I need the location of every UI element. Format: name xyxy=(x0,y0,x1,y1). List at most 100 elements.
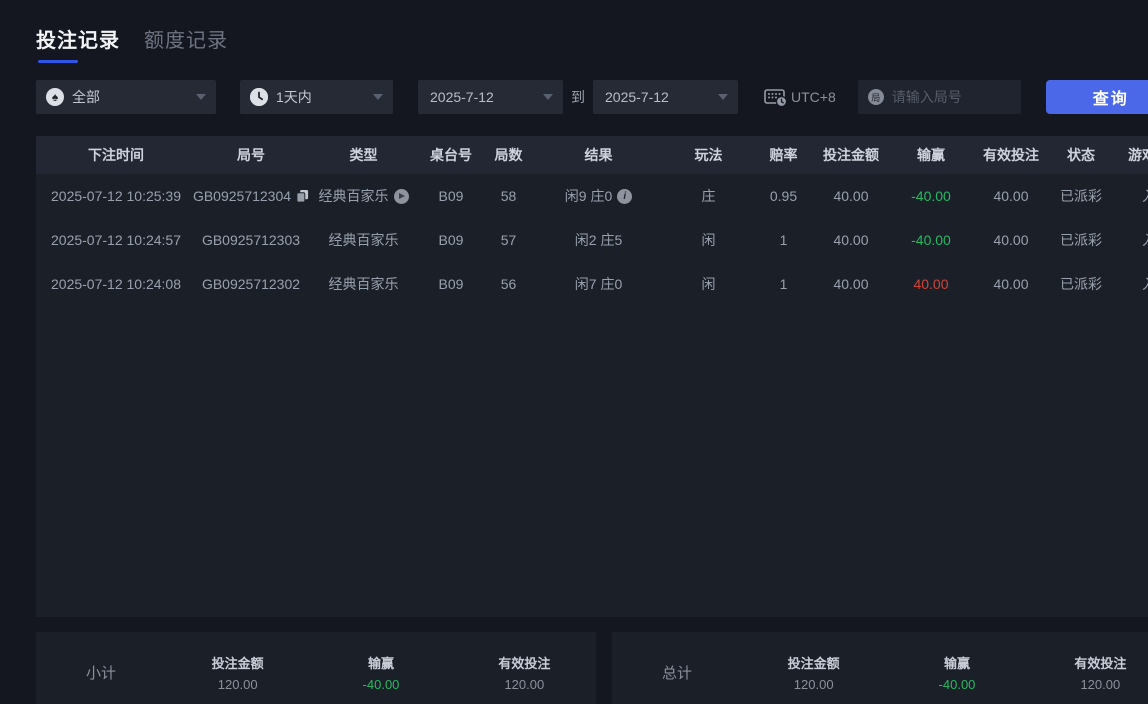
cell-valid-bet: 40.00 xyxy=(971,218,1051,262)
chevron-down-icon xyxy=(196,94,206,100)
column-header-result: 结果 xyxy=(536,136,661,174)
column-header-table-number: 桌台号 xyxy=(421,136,481,174)
subtotal-card: 小计 投注金额 120.00 输赢 -40.00 有效投注 120.00 xyxy=(36,632,596,704)
top-tabs: 投注记录 额度记录 xyxy=(36,24,228,63)
round-search-field[interactable]: 局 xyxy=(858,80,1021,114)
cell-result: 闲7 庄0 xyxy=(536,262,661,306)
video-replay-icon[interactable] xyxy=(394,189,409,204)
cell-bet-amount: 40.00 xyxy=(811,262,891,306)
cell-valid-bet: 40.00 xyxy=(971,174,1051,218)
table-row: 2025-07-12 10:24:57GB0925712303经典百家乐B095… xyxy=(36,218,1148,262)
column-header-play-type: 玩法 xyxy=(661,136,756,174)
date-to-value: 2025-7-12 xyxy=(605,89,710,105)
records-table: 下注时间局号类型桌台号局数结果玩法赔率投注金额输赢有效投注状态游戏模式 2025… xyxy=(36,136,1148,617)
total-valid-bet: 有效投注 120.00 xyxy=(1029,653,1148,692)
cell-odds: 0.95 xyxy=(756,174,811,218)
cell-bet-time: 2025-07-12 10:24:57 xyxy=(36,218,196,262)
table-row: 2025-07-12 10:25:39GB0925712304经典百家乐B095… xyxy=(36,174,1148,218)
column-header-round-count: 局数 xyxy=(481,136,536,174)
cell-win-loss: -40.00 xyxy=(891,174,971,218)
cell-game-mode: 入座 xyxy=(1111,174,1148,218)
total-card: 总计 投注金额 120.00 输赢 -40.00 有效投注 120.00 xyxy=(612,632,1148,704)
active-tab-underline xyxy=(38,60,78,63)
cell-game-type: 经典百家乐 xyxy=(306,174,421,218)
to-label: 到 xyxy=(571,87,585,107)
round-number-icon: 局 xyxy=(868,89,884,105)
column-header-status: 状态 xyxy=(1051,136,1111,174)
cell-bet-time: 2025-07-12 10:24:08 xyxy=(36,262,196,306)
summary-bar: 小计 投注金额 120.00 输赢 -40.00 有效投注 120.00 总计 … xyxy=(36,632,1148,704)
cell-odds: 1 xyxy=(756,262,811,306)
game-type-dropdown[interactable]: ♠ 全部 xyxy=(36,80,216,114)
cell-game-mode: 入座 xyxy=(1111,218,1148,262)
cell-game-type: 经典百家乐 xyxy=(306,218,421,262)
cell-round-count: 58 xyxy=(481,174,536,218)
timezone-label: UTC+8 xyxy=(791,89,836,105)
chevron-down-icon xyxy=(718,94,728,100)
date-to-picker[interactable]: 2025-7-12 xyxy=(593,80,738,114)
column-header-game-type: 类型 xyxy=(306,136,421,174)
cell-round-count: 56 xyxy=(481,262,536,306)
cell-play-type: 闲 xyxy=(661,262,756,306)
column-header-bet-time: 下注时间 xyxy=(36,136,196,174)
game-type-value: 全部 xyxy=(72,87,188,107)
query-button[interactable]: 查询 xyxy=(1046,80,1148,114)
clock-icon xyxy=(250,88,268,106)
cell-round-count: 57 xyxy=(481,218,536,262)
cell-round-id: GB0925712304 xyxy=(196,174,306,218)
table-row: 2025-07-12 10:24:08GB0925712302经典百家乐B095… xyxy=(36,262,1148,306)
cell-odds: 1 xyxy=(756,218,811,262)
filter-bar: ♠ 全部 1天内 2025-7-12 到 2025-7-12 xyxy=(36,80,1148,114)
cell-round-id: GB0925712303 xyxy=(196,218,306,262)
cell-result: 闲9 庄0i xyxy=(536,174,661,218)
subtotal-winloss: 输赢 -40.00 xyxy=(309,653,452,692)
cell-table-number: B09 xyxy=(421,262,481,306)
subtotal-valid-bet: 有效投注 120.00 xyxy=(453,653,596,692)
betting-records-page: 投注记录 额度记录 ♠ 全部 1天内 2025-7-12 到 2025-7-12 xyxy=(0,0,1148,704)
info-icon[interactable]: i xyxy=(617,189,632,204)
cell-status: 已派彩 xyxy=(1051,218,1111,262)
column-header-odds: 赔率 xyxy=(756,136,811,174)
column-header-valid-bet: 有效投注 xyxy=(971,136,1051,174)
table-header-row: 下注时间局号类型桌台号局数结果玩法赔率投注金额输赢有效投注状态游戏模式 xyxy=(36,136,1148,174)
calendar-clock-icon xyxy=(764,88,788,107)
cell-bet-amount: 40.00 xyxy=(811,218,891,262)
tab-quota-records[interactable]: 额度记录 xyxy=(144,24,228,53)
cell-win-loss: -40.00 xyxy=(891,218,971,262)
cell-game-type: 经典百家乐 xyxy=(306,262,421,306)
time-range-dropdown[interactable]: 1天内 xyxy=(240,80,393,114)
cell-status: 已派彩 xyxy=(1051,174,1111,218)
cell-win-loss: 40.00 xyxy=(891,262,971,306)
column-header-bet-amount: 投注金额 xyxy=(811,136,891,174)
total-bet-amount: 投注金额 120.00 xyxy=(742,653,885,692)
table-body: 2025-07-12 10:25:39GB0925712304经典百家乐B095… xyxy=(36,174,1148,306)
tab-quota-records-label: 额度记录 xyxy=(144,24,228,53)
total-winloss: 输赢 -40.00 xyxy=(885,653,1028,692)
chevron-down-icon xyxy=(543,94,553,100)
cell-result: 闲2 庄5 xyxy=(536,218,661,262)
round-search-input[interactable] xyxy=(892,89,1011,105)
date-from-value: 2025-7-12 xyxy=(430,89,535,105)
cell-bet-amount: 40.00 xyxy=(811,174,891,218)
tab-bet-records-label: 投注记录 xyxy=(36,24,120,53)
total-label: 总计 xyxy=(612,662,742,683)
cell-table-number: B09 xyxy=(421,174,481,218)
cell-round-id: GB0925712302 xyxy=(196,262,306,306)
chevron-down-icon xyxy=(373,94,383,100)
spade-icon: ♠ xyxy=(46,88,64,106)
cell-game-mode: 入座 xyxy=(1111,262,1148,306)
cell-play-type: 庄 xyxy=(661,174,756,218)
subtotal-label: 小计 xyxy=(36,662,166,683)
cell-table-number: B09 xyxy=(421,218,481,262)
tab-bet-records[interactable]: 投注记录 xyxy=(36,24,120,63)
timezone-selector[interactable]: UTC+8 xyxy=(764,88,836,107)
subtotal-bet-amount: 投注金额 120.00 xyxy=(166,653,309,692)
cell-valid-bet: 40.00 xyxy=(971,262,1051,306)
cell-bet-time: 2025-07-12 10:25:39 xyxy=(36,174,196,218)
column-header-game-mode: 游戏模式 xyxy=(1111,136,1148,174)
date-from-picker[interactable]: 2025-7-12 xyxy=(418,80,563,114)
column-header-round-id: 局号 xyxy=(196,136,306,174)
cell-status: 已派彩 xyxy=(1051,262,1111,306)
cell-play-type: 闲 xyxy=(661,218,756,262)
column-header-win-loss: 输赢 xyxy=(891,136,971,174)
